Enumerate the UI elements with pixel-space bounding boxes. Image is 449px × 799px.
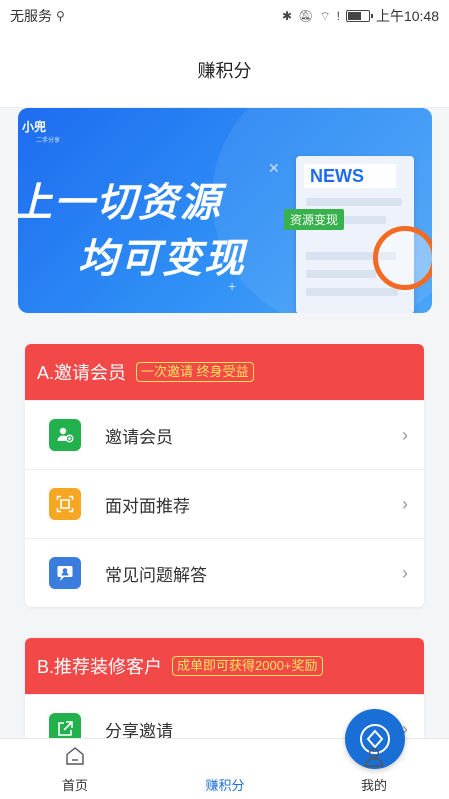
card-header-b: B.推荐装修客户 成单即可获得2000+奖励 bbox=[25, 638, 424, 694]
sparkle-icon: ✕ bbox=[268, 160, 280, 176]
row-label: 邀请会员 bbox=[105, 427, 173, 447]
nav-earn-points[interactable]: 赚积分 bbox=[150, 709, 405, 799]
page-title: 赚积分 bbox=[197, 60, 252, 81]
row-faq[interactable]: 常见问题解答 › bbox=[25, 538, 424, 607]
battery-fill bbox=[347, 12, 362, 20]
chevron-right-icon: › bbox=[402, 493, 408, 514]
scan-icon bbox=[49, 488, 81, 520]
news-label: NEWS bbox=[304, 164, 396, 188]
section-a-title: A.邀请会员 bbox=[37, 363, 127, 383]
faq-icon bbox=[49, 557, 81, 589]
magnifier-icon bbox=[373, 226, 432, 290]
main-content[interactable]: 小兜 二手分享 ✕ + 上一切资源 均可变现 NEWS 资源变现 A.邀请会员 … bbox=[0, 108, 449, 738]
chevron-right-icon: › bbox=[402, 562, 408, 583]
status-left: 无服务 ⚲ bbox=[10, 6, 65, 26]
clock: 上午10:48 bbox=[375, 8, 439, 24]
row-label: 常见问题解答 bbox=[105, 565, 207, 585]
row-invite-member[interactable]: 邀请会员 › bbox=[25, 400, 424, 469]
carrier-text: 无服务 bbox=[10, 8, 52, 24]
invite-member-card: A.邀请会员 一次邀请 终身受益 邀请会员 › 面对面推荐 › 常见问题解答 › bbox=[25, 344, 424, 607]
banner-brand-sub: 二手分享 bbox=[36, 138, 61, 144]
page-header: 赚积分 bbox=[0, 32, 449, 108]
section-b-badge: 成单即可获得2000+奖励 bbox=[172, 656, 323, 676]
row-label: 面对面推荐 bbox=[105, 496, 190, 516]
nav-home[interactable]: 首页 bbox=[0, 739, 150, 799]
home-icon bbox=[64, 745, 86, 770]
profile-icon bbox=[362, 745, 386, 772]
promo-banner[interactable]: 小兜 二手分享 ✕ + 上一切资源 均可变现 NEWS 资源变现 bbox=[18, 108, 432, 313]
mute-icon: 🔕︎ bbox=[298, 9, 314, 23]
section-b-title: B.推荐装修客户 bbox=[37, 657, 163, 677]
resource-tag: 资源变现 bbox=[284, 209, 345, 230]
nav-profile-label: 我的 bbox=[360, 778, 387, 793]
usb-icon: ⚲ bbox=[56, 9, 65, 23]
chevron-right-icon: › bbox=[402, 424, 408, 445]
banner-headline-1: 上一切资源 bbox=[18, 181, 222, 225]
add-user-icon bbox=[49, 419, 81, 451]
status-right: ✱ 🔕︎ ⌔ ! 上午10:48 bbox=[282, 6, 439, 26]
section-a-badge: 一次邀请 终身受益 bbox=[136, 362, 254, 382]
nav-home-label: 首页 bbox=[61, 778, 88, 793]
share-icon bbox=[49, 713, 81, 738]
status-bar: 无服务 ⚲ ✱ 🔕︎ ⌔ ! 上午10:48 bbox=[0, 0, 449, 32]
paper-line bbox=[306, 198, 402, 206]
banner-headline-2: 均可变现 bbox=[78, 237, 246, 281]
battery-icon bbox=[345, 10, 373, 22]
nav-profile[interactable]: 我的 bbox=[299, 739, 449, 799]
paper-line bbox=[306, 288, 398, 296]
alert-icon: ! bbox=[336, 9, 340, 23]
row-face-to-face[interactable]: 面对面推荐 › bbox=[25, 469, 424, 538]
card-header-a: A.邀请会员 一次邀请 终身受益 bbox=[25, 344, 424, 400]
nav-earn-points-label: 赚积分 bbox=[205, 778, 245, 793]
wifi-icon: ⌔ bbox=[319, 8, 331, 23]
paper-line bbox=[306, 270, 376, 278]
bluetooth-icon: ✱ bbox=[282, 9, 293, 23]
banner-brand: 小兜 bbox=[22, 120, 47, 134]
bottom-nav: 首页 赚积分 我的 bbox=[0, 709, 449, 799]
